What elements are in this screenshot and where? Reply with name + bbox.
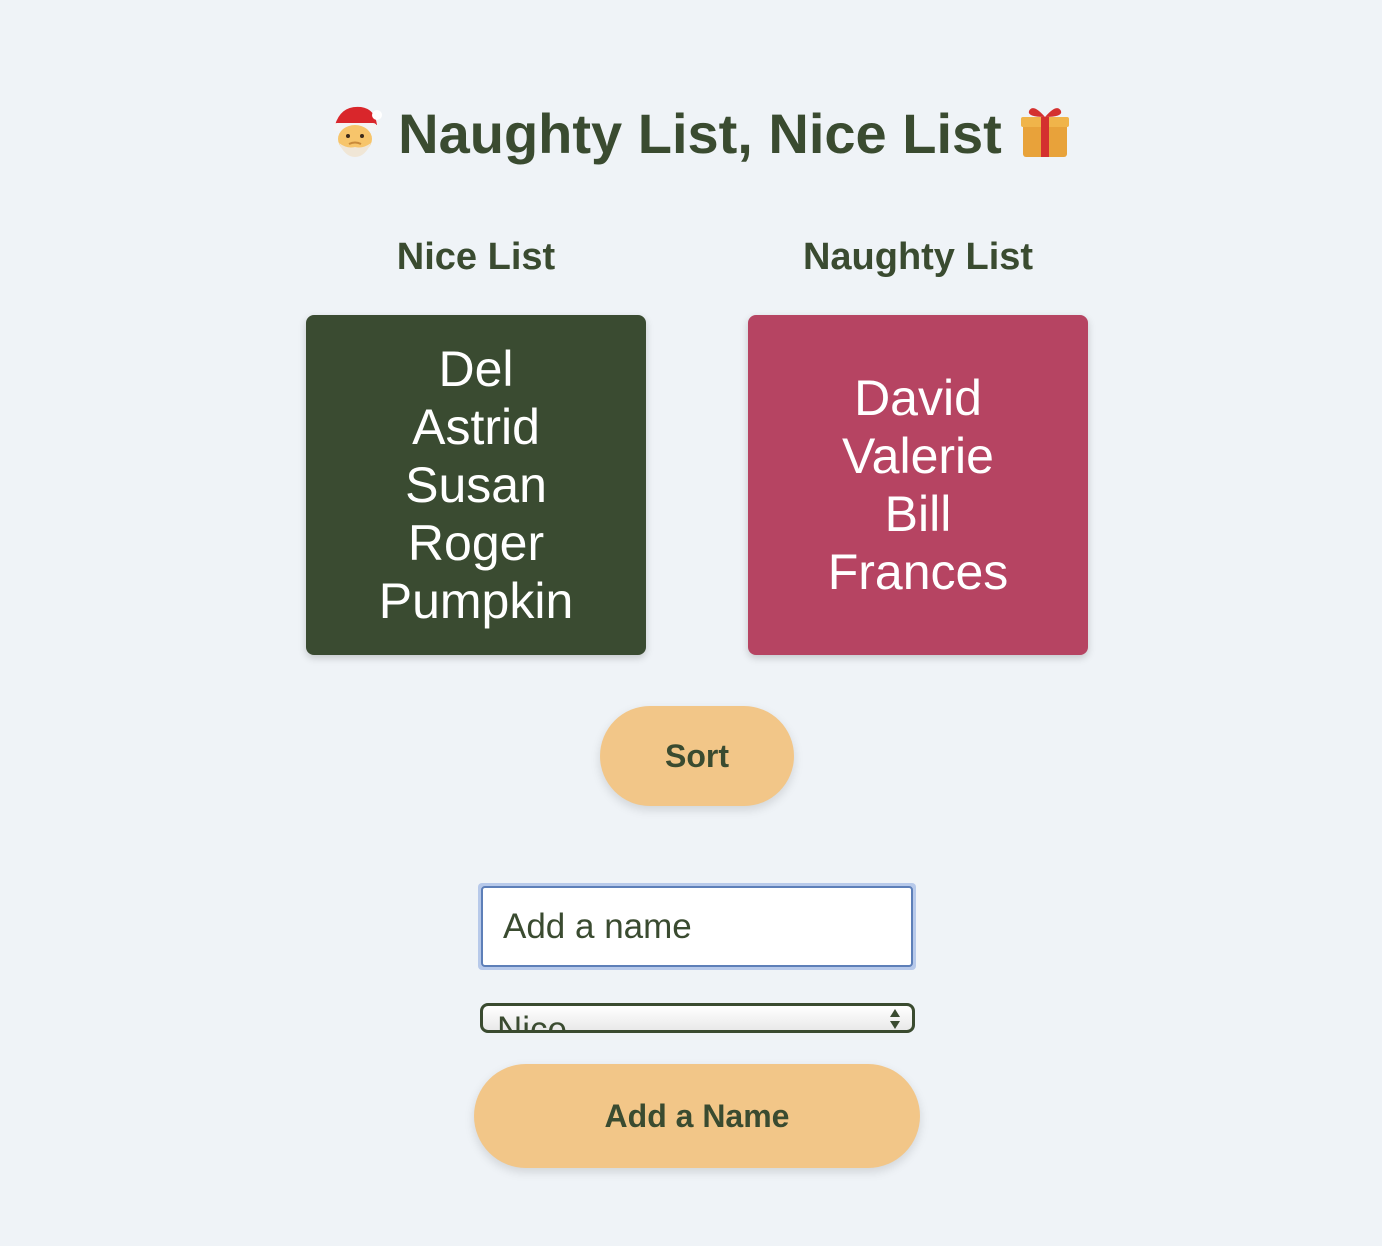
page-title: Naughty List, Nice List (0, 96, 1382, 172)
list-item: David (854, 370, 982, 426)
list-item: Del (438, 341, 514, 397)
select-arrows-icon (890, 1009, 900, 1029)
list-item: Frances (827, 544, 1009, 600)
list-item: Astrid (412, 399, 540, 455)
page-title-text: Naughty List, Nice List (398, 102, 1002, 165)
nice-list-heading: Nice List (396, 236, 556, 278)
nice-list-box: Del Astrid Susan Roger Pumpkin (306, 315, 646, 655)
list-item: Susan (405, 457, 547, 513)
naughty-list-heading: Naughty List (802, 236, 1034, 278)
gift-icon (1021, 108, 1070, 157)
list-item: Roger (407, 515, 545, 571)
santa-icon (332, 106, 382, 157)
list-select-value: Nice (497, 1010, 568, 1033)
sort-button[interactable]: Sort (600, 706, 794, 806)
name-input[interactable] (481, 886, 913, 967)
name-input-focus-ring (478, 883, 916, 970)
list-item: Pumpkin (378, 573, 574, 629)
naughty-list-box: David Valerie Bill Frances (748, 315, 1088, 655)
list-item: Valerie (842, 428, 994, 484)
list-select[interactable]: Nice (480, 1003, 915, 1033)
add-name-button[interactable]: Add a Name (474, 1064, 920, 1168)
list-item: Bill (884, 486, 952, 542)
